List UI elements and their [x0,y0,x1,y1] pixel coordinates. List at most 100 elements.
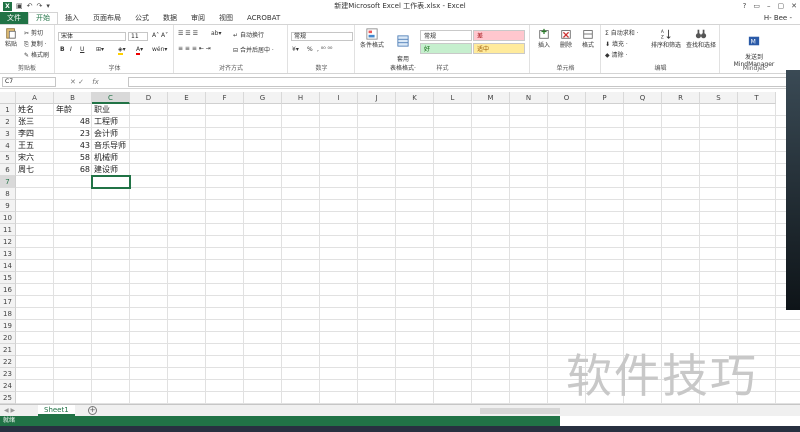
column-header-o[interactable]: O [548,92,586,104]
font-color-icon[interactable]: A▾ [136,46,143,55]
cell-a3[interactable]: 李四 [16,128,36,140]
restore-button[interactable]: ▢ [778,0,785,12]
horizontal-scrollbar[interactable] [480,408,560,414]
percent-button[interactable]: % [307,46,313,53]
row-header-5[interactable]: 5 [0,152,16,164]
row-header-1[interactable]: 1 [0,104,16,116]
row-header-18[interactable]: 18 [0,308,16,320]
row-header-2[interactable]: 2 [0,116,16,128]
cell-b6[interactable]: 68 [54,164,92,176]
column-header-t[interactable]: T [738,92,776,104]
column-header-c[interactable]: C [92,92,130,104]
selected-cell-c7[interactable] [91,175,131,189]
enter-icon[interactable]: ✓ [78,78,84,86]
row-header-16[interactable]: 16 [0,284,16,296]
clear-button[interactable]: ◆ 清除 · [605,50,627,59]
column-header-p[interactable]: P [586,92,624,104]
style-normal[interactable]: 常规 [420,30,472,41]
sort-filter-button[interactable]: AZ 排序和筛选 [650,28,682,49]
font-name-select[interactable]: 宋体 [58,32,126,41]
tab-home[interactable]: 开始 [28,12,58,24]
style-bad[interactable]: 差 [473,30,525,41]
formula-input[interactable] [128,77,796,87]
save-icon[interactable]: ▣ [16,0,23,12]
orientation-icon[interactable]: ab▾ [211,30,222,37]
column-header-a[interactable]: A [16,92,54,104]
column-header-s[interactable]: S [700,92,738,104]
column-header-r[interactable]: R [662,92,700,104]
cell-c3[interactable]: 会计师 [92,128,120,140]
row-header-11[interactable]: 11 [0,224,16,236]
tab-file[interactable]: 文件 [0,12,28,24]
undo-icon[interactable]: ↶ [27,0,33,12]
row-header-12[interactable]: 12 [0,236,16,248]
row-header-20[interactable]: 20 [0,332,16,344]
send-to-mindmanager-button[interactable]: M 发送到 MindManager [725,28,783,68]
column-header-q[interactable]: Q [624,92,662,104]
fill-button[interactable]: ⬇ 填充 · [605,39,628,48]
column-header-n[interactable]: N [510,92,548,104]
column-header-f[interactable]: F [206,92,244,104]
italic-button[interactable]: I [70,46,72,53]
cell-a1[interactable]: 姓名 [16,104,36,116]
help-button[interactable]: ? [743,0,747,12]
currency-icon[interactable]: ¥▾ [292,46,299,53]
style-neutral[interactable]: 适中 [473,43,525,54]
row-header-14[interactable]: 14 [0,260,16,272]
cell-b1[interactable]: 年龄 [54,104,74,116]
column-header-l[interactable]: L [434,92,472,104]
paste-button[interactable]: 粘贴 [2,27,20,48]
merge-center-button[interactable]: ⊟ 合并后居中 · [233,45,274,54]
insert-cells-button[interactable]: 插入 [534,28,554,49]
row-header-25[interactable]: 25 [0,392,16,404]
insert-function-button[interactable]: fx [92,78,99,86]
column-header-m[interactable]: M [472,92,510,104]
row-header-7[interactable]: 7 [0,176,16,188]
row-header-15[interactable]: 15 [0,272,16,284]
select-all-corner[interactable] [0,92,16,104]
cell-b5[interactable]: 58 [54,152,92,164]
decimal-icons[interactable]: , ⁰⁰ ⁰⁰ [317,46,332,53]
column-header-k[interactable]: K [396,92,434,104]
cell-a4[interactable]: 王五 [16,140,36,152]
find-select-button[interactable]: 查找和选择 [684,28,718,49]
close-button[interactable]: ✕ [791,0,797,12]
format-painter-button[interactable]: ✎ 格式刷 [24,50,49,59]
cell-c2[interactable]: 工程师 [92,116,120,128]
name-box[interactable]: C7 [2,77,56,87]
cell-b3[interactable]: 23 [54,128,92,140]
customize-qat-icon[interactable]: ▾ [46,0,50,12]
cell-b2[interactable]: 48 [54,116,92,128]
cell-a6[interactable]: 周七 [16,164,36,176]
row-header-3[interactable]: 3 [0,128,16,140]
cancel-icon[interactable]: ✕ [70,78,76,86]
row-header-8[interactable]: 8 [0,188,16,200]
format-cells-button[interactable]: 格式 [578,28,598,49]
sheet-nav-icons[interactable]: ◀ ▶ [4,407,15,414]
wrap-text-button[interactable]: ↵ 自动换行 [233,30,264,39]
column-header-h[interactable]: H [282,92,320,104]
copy-button[interactable]: ⎘ 复制 · [24,39,47,49]
row-header-24[interactable]: 24 [0,380,16,392]
column-header-b[interactable]: B [54,92,92,104]
underline-button[interactable]: U [80,46,84,53]
row-header-21[interactable]: 21 [0,344,16,356]
align-top-icons[interactable]: ☰ ☰ ☰ [178,30,198,37]
column-header-g[interactable]: G [244,92,282,104]
tab-acrobat[interactable]: ACROBAT [240,12,287,24]
tab-data[interactable]: 数据 [156,12,184,24]
add-sheet-icon[interactable]: + [88,406,97,415]
bold-button[interactable]: B [60,46,65,53]
tab-view[interactable]: 视图 [212,12,240,24]
cell-a2[interactable]: 张三 [16,116,36,128]
autosum-button[interactable]: Σ 自动求和 · [605,28,639,37]
row-header-22[interactable]: 22 [0,356,16,368]
conditional-format-button[interactable]: 条件格式 [358,28,386,49]
style-good[interactable]: 好 [420,43,472,54]
user-account[interactable]: H- Bee - [764,12,792,24]
phonetic-icon[interactable]: wén▾ [152,46,167,53]
border-icon[interactable]: ⊞▾ [96,46,104,53]
cell-c4[interactable]: 音乐导师 [92,140,128,152]
cell-c5[interactable]: 机械师 [92,152,120,164]
tab-page-layout[interactable]: 页面布局 [86,12,128,24]
